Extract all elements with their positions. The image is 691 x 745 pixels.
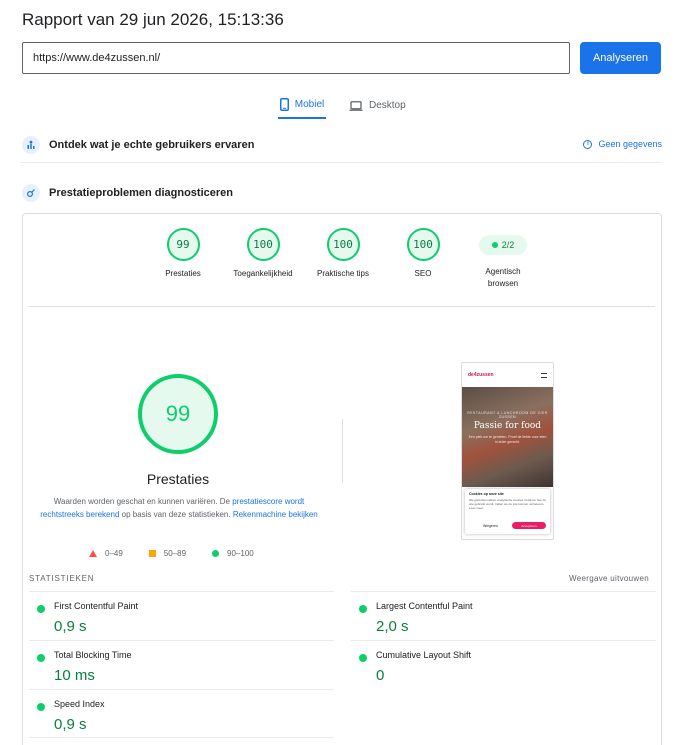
url-input[interactable] — [22, 42, 570, 74]
no-data-link[interactable]: i Geen gegevens — [583, 127, 662, 161]
diagnose-title: Prestatieproblemen diagnosticeren — [49, 187, 233, 199]
metric-value: 0 — [376, 667, 385, 684]
legend-average: 50–89 — [148, 549, 187, 558]
tab-mobile-label: Mobiel — [294, 99, 325, 110]
legend-pass: 90–100 — [212, 549, 254, 558]
stats-header: STATISTIEKEN — [29, 574, 95, 583]
metric-lcp: Largest Contentful Paint 2,0 s — [351, 591, 656, 640]
real-users-section: Ontdek wat je echte gebruikers ervaren i… — [20, 127, 662, 163]
legend-fail-range: 0–49 — [105, 549, 123, 558]
gauge-performance[interactable]: 99 Prestaties — [143, 228, 223, 280]
crux-users-icon — [22, 135, 40, 154]
tab-desktop[interactable]: Desktop — [349, 92, 409, 119]
cookie-accept-button: Accepteren — [512, 522, 546, 529]
desc-text-2: op basis van deze statistieken. — [119, 510, 233, 519]
gauge-score: 100 — [326, 228, 360, 261]
metric-label: Total Blocking Time — [54, 650, 132, 660]
cookie-title: Cookies op onze site — [469, 492, 504, 496]
metric-value: 10 ms — [54, 667, 95, 684]
gauge-seo[interactable]: 100 SEO — [383, 228, 463, 280]
pass-dot-icon — [359, 605, 367, 613]
info-icon: i — [583, 139, 593, 149]
preview-logo: de4zussen — [468, 372, 494, 378]
agentic-score: 2/2 — [501, 240, 515, 250]
pass-circle-icon — [212, 550, 220, 557]
gauge-label: Prestaties — [165, 269, 201, 278]
preview-cookie-banner: Cookies op onze site We gebruiken alleen… — [465, 489, 550, 534]
performance-big-gauge: 99 — [138, 374, 218, 454]
pass-dot-icon — [37, 703, 45, 711]
preview-hero: RESTAURANT & LUNCHROOM DE VIER ZUSSEN Pa… — [462, 387, 553, 487]
average-square-icon — [148, 550, 156, 557]
metric-label: Speed Index — [54, 699, 105, 709]
fail-triangle-icon — [89, 550, 97, 557]
gauge-label: Toegankelijkheid — [233, 269, 293, 278]
gauge-score: 100 — [246, 228, 280, 261]
metric-value: 2,0 s — [376, 618, 409, 635]
metric-fcp: First Contentful Paint 0,9 s — [29, 591, 334, 640]
agentic-pill: 2/2 — [479, 235, 527, 255]
metric-cls: Cumulative Layout Shift 0 — [351, 640, 656, 689]
real-users-title: Ontdek wat je echte gebruikers ervaren — [49, 138, 255, 151]
pass-dot-icon — [359, 654, 367, 662]
preview-kicker: RESTAURANT & LUNCHROOM DE VIER ZUSSEN — [467, 411, 548, 419]
device-tabs: Mobiel Desktop — [0, 92, 691, 120]
gauge-agentic-browsing[interactable]: 2/2 Agentisch browsen — [463, 228, 543, 290]
laptop-icon — [349, 100, 363, 111]
hamburger-menu-icon — [541, 372, 547, 378]
score-legend: 0–49 50–89 90–100 — [89, 549, 280, 558]
preview-heading: Passie for food — [473, 421, 542, 431]
metric-label: Cumulative Layout Shift — [376, 650, 472, 660]
gauge-label: Praktische tips — [316, 269, 370, 278]
metric-value: 0,9 s — [54, 716, 87, 733]
analyze-button[interactable]: Analyseren — [580, 42, 661, 74]
score-gauges: 99 Prestaties 100 Toegankelijkheid 100 P… — [23, 228, 663, 308]
pass-dot-icon — [37, 605, 45, 613]
gauge-label: SEO — [414, 269, 432, 278]
metric-speed-index: Speed Index 0,9 s — [29, 689, 334, 738]
gauge-label: Agentisch browsen — [485, 267, 521, 288]
metric-label: Largest Contentful Paint — [376, 601, 473, 611]
legend-average-range: 50–89 — [163, 549, 187, 558]
metric-value: 0,9 s — [54, 618, 87, 635]
diagnose-section: Prestatieproblemen diagnosticeren — [20, 176, 662, 210]
pass-dot-icon — [37, 654, 45, 662]
cookie-buttons: Weigeren Accepteren — [469, 522, 546, 529]
pass-dot-icon — [491, 242, 498, 248]
desc-text-1: Waarden worden geschat en kunnen variëre… — [53, 497, 233, 506]
gauge-best-practices[interactable]: 100 Praktische tips — [303, 228, 383, 280]
legend-pass-range: 90–100 — [227, 549, 254, 558]
gauge-score: 99 — [166, 228, 200, 261]
performance-big-label: Prestaties — [146, 471, 210, 487]
preview-subtext: Een plek om te genieten. Proef de liefde… — [468, 435, 547, 444]
report-card: 99 Prestaties 100 Toegankelijkheid 100 P… — [22, 213, 662, 745]
preview-header: de4zussen — [462, 363, 553, 387]
calculator-link[interactable]: Rekenmachine bekijken — [233, 510, 318, 519]
lab-flask-icon — [22, 184, 40, 202]
tab-mobile[interactable]: Mobiel — [278, 92, 326, 119]
smartphone-icon — [279, 98, 289, 111]
gauge-score: 100 — [406, 228, 440, 261]
expand-view-toggle[interactable]: Weergave uitvouwen — [569, 574, 649, 583]
vertical-divider — [342, 419, 343, 483]
metric-label: First Contentful Paint — [54, 601, 139, 611]
performance-description: Waarden worden geschat en kunnen variëre… — [35, 495, 323, 521]
gauge-accessibility[interactable]: 100 Toegankelijkheid — [223, 228, 303, 280]
no-data-label: Geen gegevens — [598, 139, 662, 149]
cookie-text: We gebruiken alleen analytische cookies … — [469, 498, 546, 510]
report-title: Rapport van 29 jun 2026, 15:13:36 — [22, 10, 284, 29]
legend-fail: 0–49 — [89, 549, 123, 558]
cookie-deny-button: Weigeren — [483, 523, 498, 528]
metric-tbt: Total Blocking Time 10 ms — [29, 640, 334, 689]
divider — [29, 306, 655, 307]
tab-desktop-label: Desktop — [369, 100, 406, 111]
final-screenshot-preview[interactable]: de4zussen RESTAURANT & LUNCHROOM DE VIER… — [461, 362, 554, 540]
